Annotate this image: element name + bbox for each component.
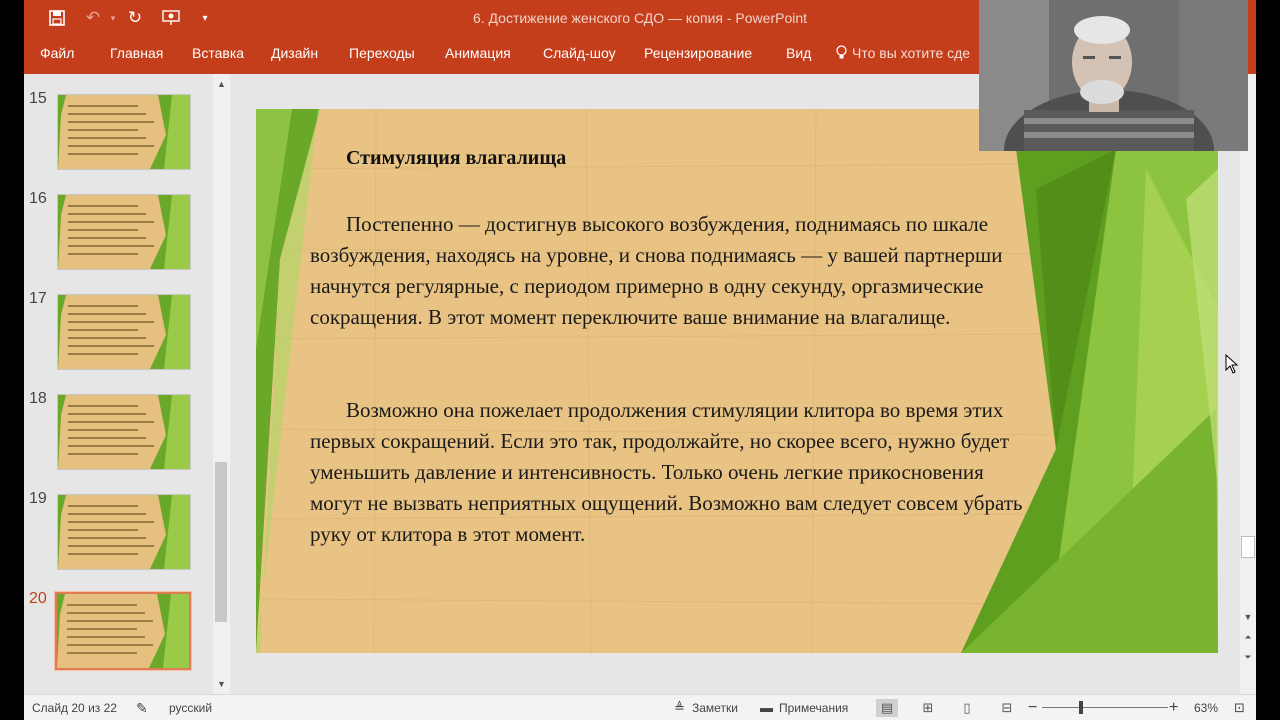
slide-thumbnail-18[interactable]	[57, 394, 191, 470]
tab-view[interactable]: Вид	[786, 36, 811, 70]
tab-design[interactable]: Дизайн	[271, 36, 318, 70]
zoom-level[interactable]: 63%	[1194, 695, 1218, 720]
editor-scrollbar[interactable]: ▼ ⏶ ⏷	[1240, 74, 1256, 694]
comments-button[interactable]: Примечания	[779, 695, 848, 720]
tab-review[interactable]: Рецензирование	[644, 36, 752, 70]
previous-slide-icon[interactable]: ⏶	[1240, 630, 1256, 644]
slideshow-button[interactable]: ⊟	[996, 699, 1018, 717]
slide-background	[256, 109, 1218, 653]
tell-me-label: Что вы хотите сде	[852, 45, 971, 61]
slide-paragraph-1[interactable]: Постепенно — достигнув высокого возбужде…	[310, 209, 1040, 333]
slide-sorter-button[interactable]: ⊞	[917, 699, 939, 717]
thumbnail-scrollbar[interactable]: ▲ ▼	[213, 74, 230, 694]
slide-thumbnail-17[interactable]	[57, 294, 191, 370]
scroll-down-icon[interactable]: ▼	[1240, 610, 1256, 624]
tab-home[interactable]: Главная	[110, 36, 163, 70]
current-slide[interactable]: Стимуляция влагалища Постепенно — достиг…	[256, 109, 1218, 653]
thumbnail-scroll-thumb[interactable]	[215, 462, 227, 622]
normal-view-button[interactable]: ▤	[876, 699, 898, 717]
slide-paragraph-2[interactable]: Возможно она пожелает продолжения стимул…	[310, 395, 1040, 550]
slide-heading[interactable]: Стимуляция влагалища	[346, 147, 566, 170]
mouse-cursor-icon	[1225, 354, 1239, 374]
tab-slideshow[interactable]: Слайд-шоу	[543, 36, 616, 70]
zoom-slider-knob[interactable]	[1079, 701, 1083, 714]
thumbnail-number: 15	[29, 90, 47, 107]
slide-thumbnail-20[interactable]	[55, 592, 191, 670]
scroll-up-icon[interactable]: ▲	[213, 76, 230, 92]
slide-thumbnail-pane: 15 16 17 18 19 20 ▲ ▼	[24, 74, 232, 694]
notes-icon: ≜	[674, 700, 685, 715]
lightbulb-icon	[836, 36, 847, 70]
thumbnail-number: 16	[29, 190, 47, 207]
presenter-video	[979, 0, 1248, 151]
webcam-overlay	[979, 0, 1248, 151]
thumbnail-number: 18	[29, 390, 47, 407]
scroll-down-icon[interactable]: ▼	[213, 676, 230, 692]
reading-view-button[interactable]: ▯	[956, 699, 978, 717]
slide-thumbnail-15[interactable]	[57, 94, 191, 170]
status-bar: Слайд 20 из 22 ✎ русский ≜ Заметки ▬ При…	[24, 694, 1256, 720]
slide-editor: Стимуляция влагалища Постепенно — достиг…	[232, 74, 1256, 694]
thumbnail-number-active: 20	[29, 590, 47, 607]
language-indicator[interactable]: русский	[169, 695, 212, 720]
zoom-in-icon[interactable]: +	[1169, 695, 1178, 720]
thumbnail-number: 19	[29, 490, 47, 507]
slide-counter: Слайд 20 из 22	[32, 701, 117, 715]
fit-to-window-icon[interactable]: ⊡	[1234, 695, 1245, 720]
tab-insert[interactable]: Вставка	[192, 36, 244, 70]
slide-thumbnail-19[interactable]	[57, 494, 191, 570]
next-slide-icon[interactable]: ⏷	[1240, 650, 1256, 664]
zoom-out-icon[interactable]: −	[1028, 695, 1037, 720]
tab-file[interactable]: Файл	[40, 36, 74, 70]
tab-transitions[interactable]: Переходы	[349, 36, 415, 70]
zoom-slider[interactable]	[1042, 707, 1168, 708]
editor-scroll-thumb[interactable]	[1241, 536, 1255, 558]
notes-button[interactable]: Заметки	[692, 695, 738, 720]
tab-animations[interactable]: Анимация	[445, 36, 511, 70]
thumbnail-number: 17	[29, 290, 47, 307]
tell-me-search[interactable]: Что вы хотите сде	[836, 36, 970, 70]
spellcheck-icon[interactable]: ✎	[136, 695, 148, 720]
slide-thumbnail-16[interactable]	[57, 194, 191, 270]
comments-icon: ▬	[760, 700, 773, 715]
